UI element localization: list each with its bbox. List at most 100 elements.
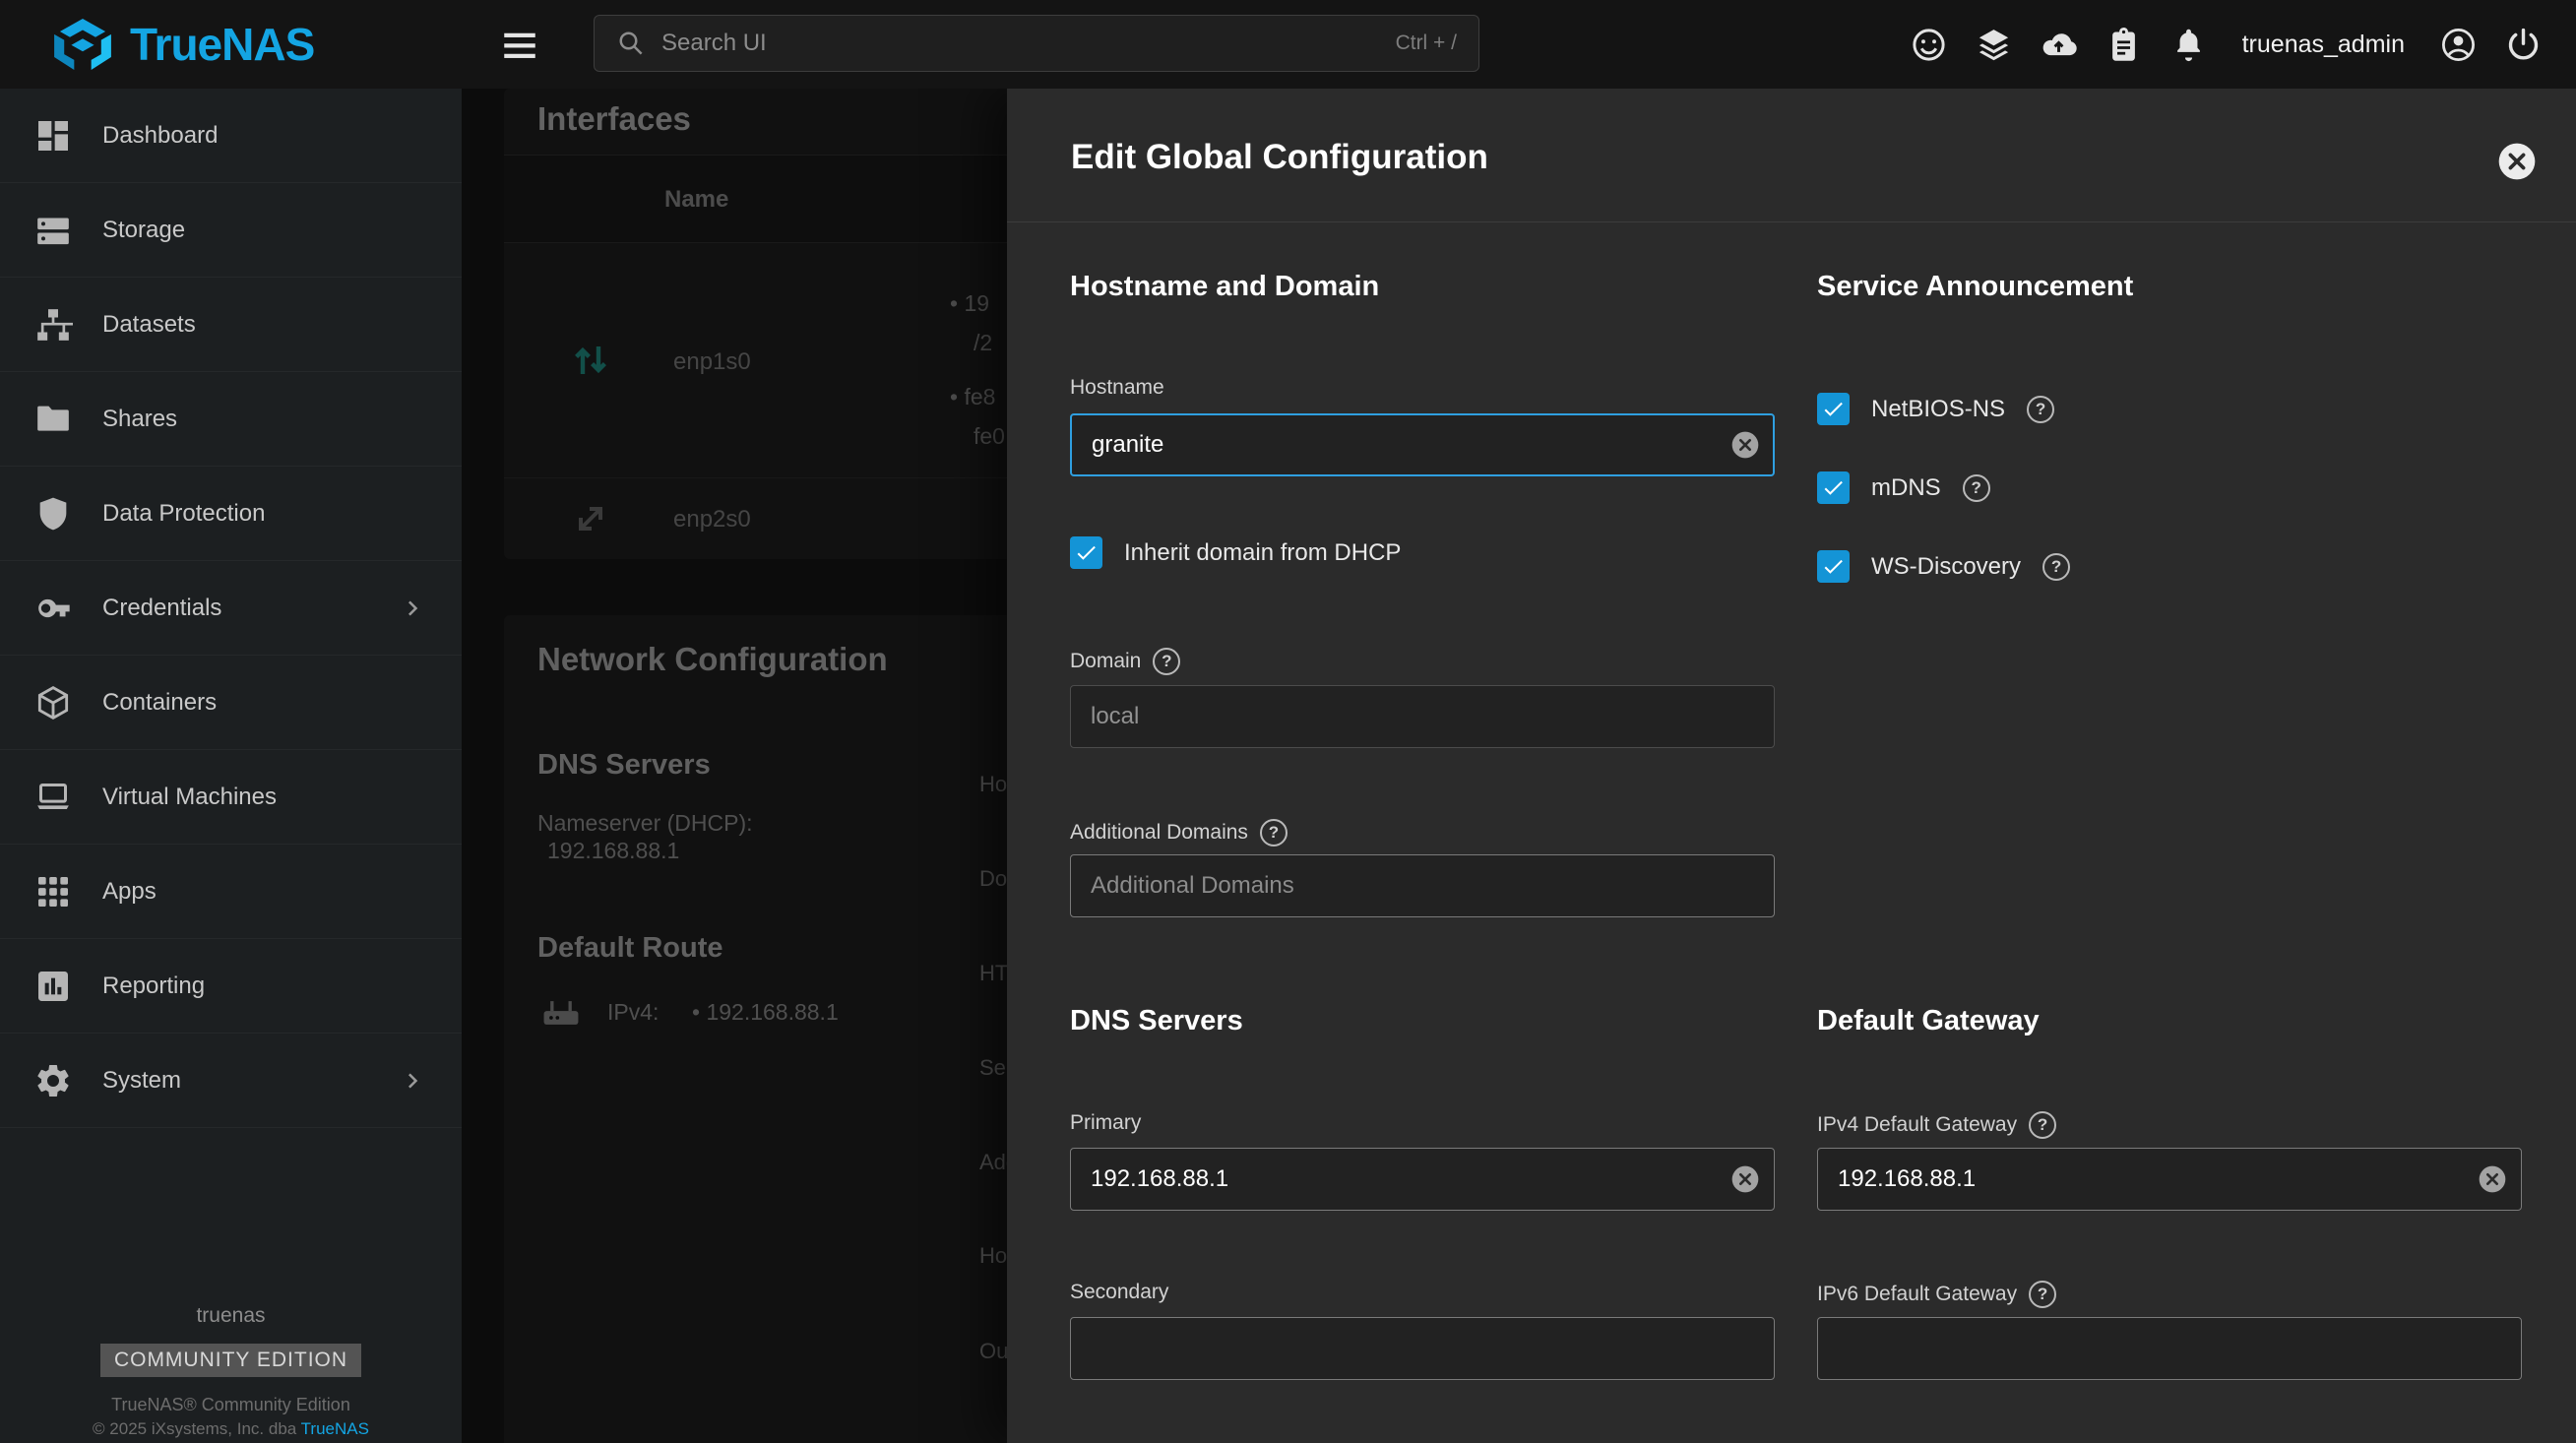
sidebar-item-label: Reporting: [102, 972, 205, 1000]
secondary-dns-input[interactable]: [1070, 1317, 1775, 1380]
laptop-icon: [33, 778, 73, 817]
sidebar-item-label: Shares: [102, 406, 177, 433]
ipv6-gateway-label: IPv6 Default Gateway: [1817, 1281, 2056, 1308]
jobs-clipboard-icon[interactable]: [2105, 26, 2143, 64]
truenas-logo: TrueNAS: [51, 0, 314, 89]
service-announcement-heading: Service Announcement: [1817, 271, 2133, 303]
ipv6-gateway-input[interactable]: [1817, 1317, 2522, 1380]
search-placeholder: Search UI: [661, 30, 1380, 57]
sidebar-item-storage[interactable]: Storage: [0, 183, 462, 278]
ipv6-gateway-field-wrap: [1817, 1317, 2522, 1380]
ws-discovery-checkbox-row: WS-Discovery: [1817, 550, 2070, 583]
truenas-logo-mark-icon: [51, 19, 114, 70]
additional-domains-input[interactable]: [1070, 854, 1775, 917]
alerts-bell-icon[interactable]: [2169, 26, 2208, 64]
sidebar-item-containers[interactable]: Containers: [0, 656, 462, 750]
checkbox-checked[interactable]: [1817, 471, 1850, 504]
sidebar-item-label: Datasets: [102, 311, 196, 339]
sidebar-item-reporting[interactable]: Reporting: [0, 939, 462, 1034]
help-icon[interactable]: [2027, 396, 2054, 423]
menu-icon[interactable]: [499, 25, 540, 64]
sidebar-item-system[interactable]: System: [0, 1034, 462, 1128]
topbar: TrueNAS Search UI Ctrl + / truenas_admin: [0, 0, 2576, 89]
sidebar-item-label: System: [102, 1067, 181, 1095]
primary-dns-label: Primary: [1070, 1111, 1141, 1135]
sidebar-item-label: Apps: [102, 878, 157, 906]
dns-servers-heading: DNS Servers: [1070, 1005, 1243, 1037]
feedback-smiley-icon[interactable]: [1910, 26, 1948, 64]
search-shortcut-hint: Ctrl + /: [1396, 31, 1457, 55]
inherit-domain-label: Inherit domain from DHCP: [1124, 539, 1401, 567]
chevron-right-icon: [399, 594, 428, 623]
gear-icon: [33, 1061, 73, 1100]
edit-global-configuration-panel: Edit Global Configuration Hostname and D…: [1007, 89, 2576, 1443]
ipv4-gateway-label: IPv4 Default Gateway: [1817, 1111, 2056, 1139]
help-icon[interactable]: [2029, 1111, 2056, 1139]
primary-dns-field-wrap: [1070, 1148, 1775, 1211]
panel-right-column: Service Announcement NetBIOS-NS mDNS WS-…: [1817, 89, 2522, 1443]
additional-domains-label: Additional Domains: [1070, 819, 1288, 847]
checkbox-checked[interactable]: [1070, 536, 1102, 569]
search-input[interactable]: Search UI Ctrl + /: [594, 15, 1479, 72]
checkbox-checked[interactable]: [1817, 550, 1850, 583]
edition-text: TrueNAS® Community Edition: [0, 1395, 462, 1415]
panel-left-column: Hostname and Domain Hostname Inherit dom…: [1070, 89, 1775, 1443]
copyright-link[interactable]: TrueNAS: [301, 1419, 369, 1438]
dashboard-icon: [33, 116, 73, 156]
help-icon[interactable]: [1153, 648, 1180, 675]
help-icon[interactable]: [2042, 553, 2070, 581]
apps-grid-icon: [33, 872, 73, 911]
secondary-dns-label: Secondary: [1070, 1281, 1168, 1304]
sidebar-item-credentials[interactable]: Credentials: [0, 561, 462, 656]
sidebar-item-datasets[interactable]: Datasets: [0, 278, 462, 372]
hostname-label: Hostname: [1070, 376, 1164, 400]
netbios-checkbox-row: NetBIOS-NS: [1817, 393, 2054, 425]
sidebar-item-dashboard[interactable]: Dashboard: [0, 89, 462, 183]
sidebar-item-label: Virtual Machines: [102, 784, 277, 811]
checkup-stacks-icon[interactable]: [1975, 26, 2013, 64]
ws-discovery-label: WS-Discovery: [1871, 553, 2021, 581]
help-icon[interactable]: [1963, 474, 1990, 502]
sidebar-item-shares[interactable]: Shares: [0, 372, 462, 467]
help-icon[interactable]: [2029, 1281, 2056, 1308]
clear-icon[interactable]: [1729, 1163, 1761, 1195]
domain-field-wrap: [1070, 685, 1775, 748]
domain-label: Domain: [1070, 648, 1180, 675]
sidebar: Dashboard Storage Datasets Shares Data P…: [0, 89, 462, 1443]
chevron-right-icon: [399, 1066, 428, 1096]
sidebar-item-apps[interactable]: Apps: [0, 845, 462, 939]
system-hostname: truenas: [0, 1304, 462, 1328]
hostname-input[interactable]: [1070, 413, 1775, 476]
sidebar-item-label: Data Protection: [102, 500, 265, 528]
username[interactable]: truenas_admin: [2242, 31, 2405, 59]
inherit-domain-checkbox-row: Inherit domain from DHCP: [1070, 536, 1401, 569]
ipv4-gateway-field-wrap: [1817, 1148, 2522, 1211]
shield-icon: [33, 494, 73, 533]
sidebar-item-virtual-machines[interactable]: Virtual Machines: [0, 750, 462, 845]
primary-dns-input[interactable]: [1070, 1148, 1775, 1211]
help-icon[interactable]: [1260, 819, 1288, 847]
hostname-field-wrap: [1070, 413, 1775, 476]
ipv4-gateway-input[interactable]: [1817, 1148, 2522, 1211]
folder-icon: [33, 400, 73, 439]
search-icon: [616, 29, 646, 58]
bar-chart-icon: [33, 967, 73, 1006]
sidebar-item-label: Containers: [102, 689, 217, 717]
power-icon[interactable]: [2504, 26, 2543, 64]
cloud-sync-icon[interactable]: [2040, 26, 2078, 64]
mdns-checkbox-row: mDNS: [1817, 471, 1990, 504]
sidebar-item-data-protection[interactable]: Data Protection: [0, 467, 462, 561]
checkbox-checked[interactable]: [1817, 393, 1850, 425]
clear-icon[interactable]: [1729, 429, 1761, 461]
sidebar-item-label: Credentials: [102, 595, 221, 622]
storage-icon: [33, 211, 73, 250]
sidebar-footer: truenas COMMUNITY EDITION TrueNAS® Commu…: [0, 1304, 462, 1439]
edition-badge: COMMUNITY EDITION: [100, 1344, 361, 1377]
secondary-dns-field-wrap: [1070, 1317, 1775, 1380]
domain-input[interactable]: [1070, 685, 1775, 748]
default-gateway-heading: Default Gateway: [1817, 1005, 2040, 1037]
user-avatar-icon[interactable]: [2439, 26, 2478, 64]
sidebar-item-label: Storage: [102, 217, 185, 244]
clear-icon[interactable]: [2477, 1163, 2508, 1195]
datasets-icon: [33, 305, 73, 345]
